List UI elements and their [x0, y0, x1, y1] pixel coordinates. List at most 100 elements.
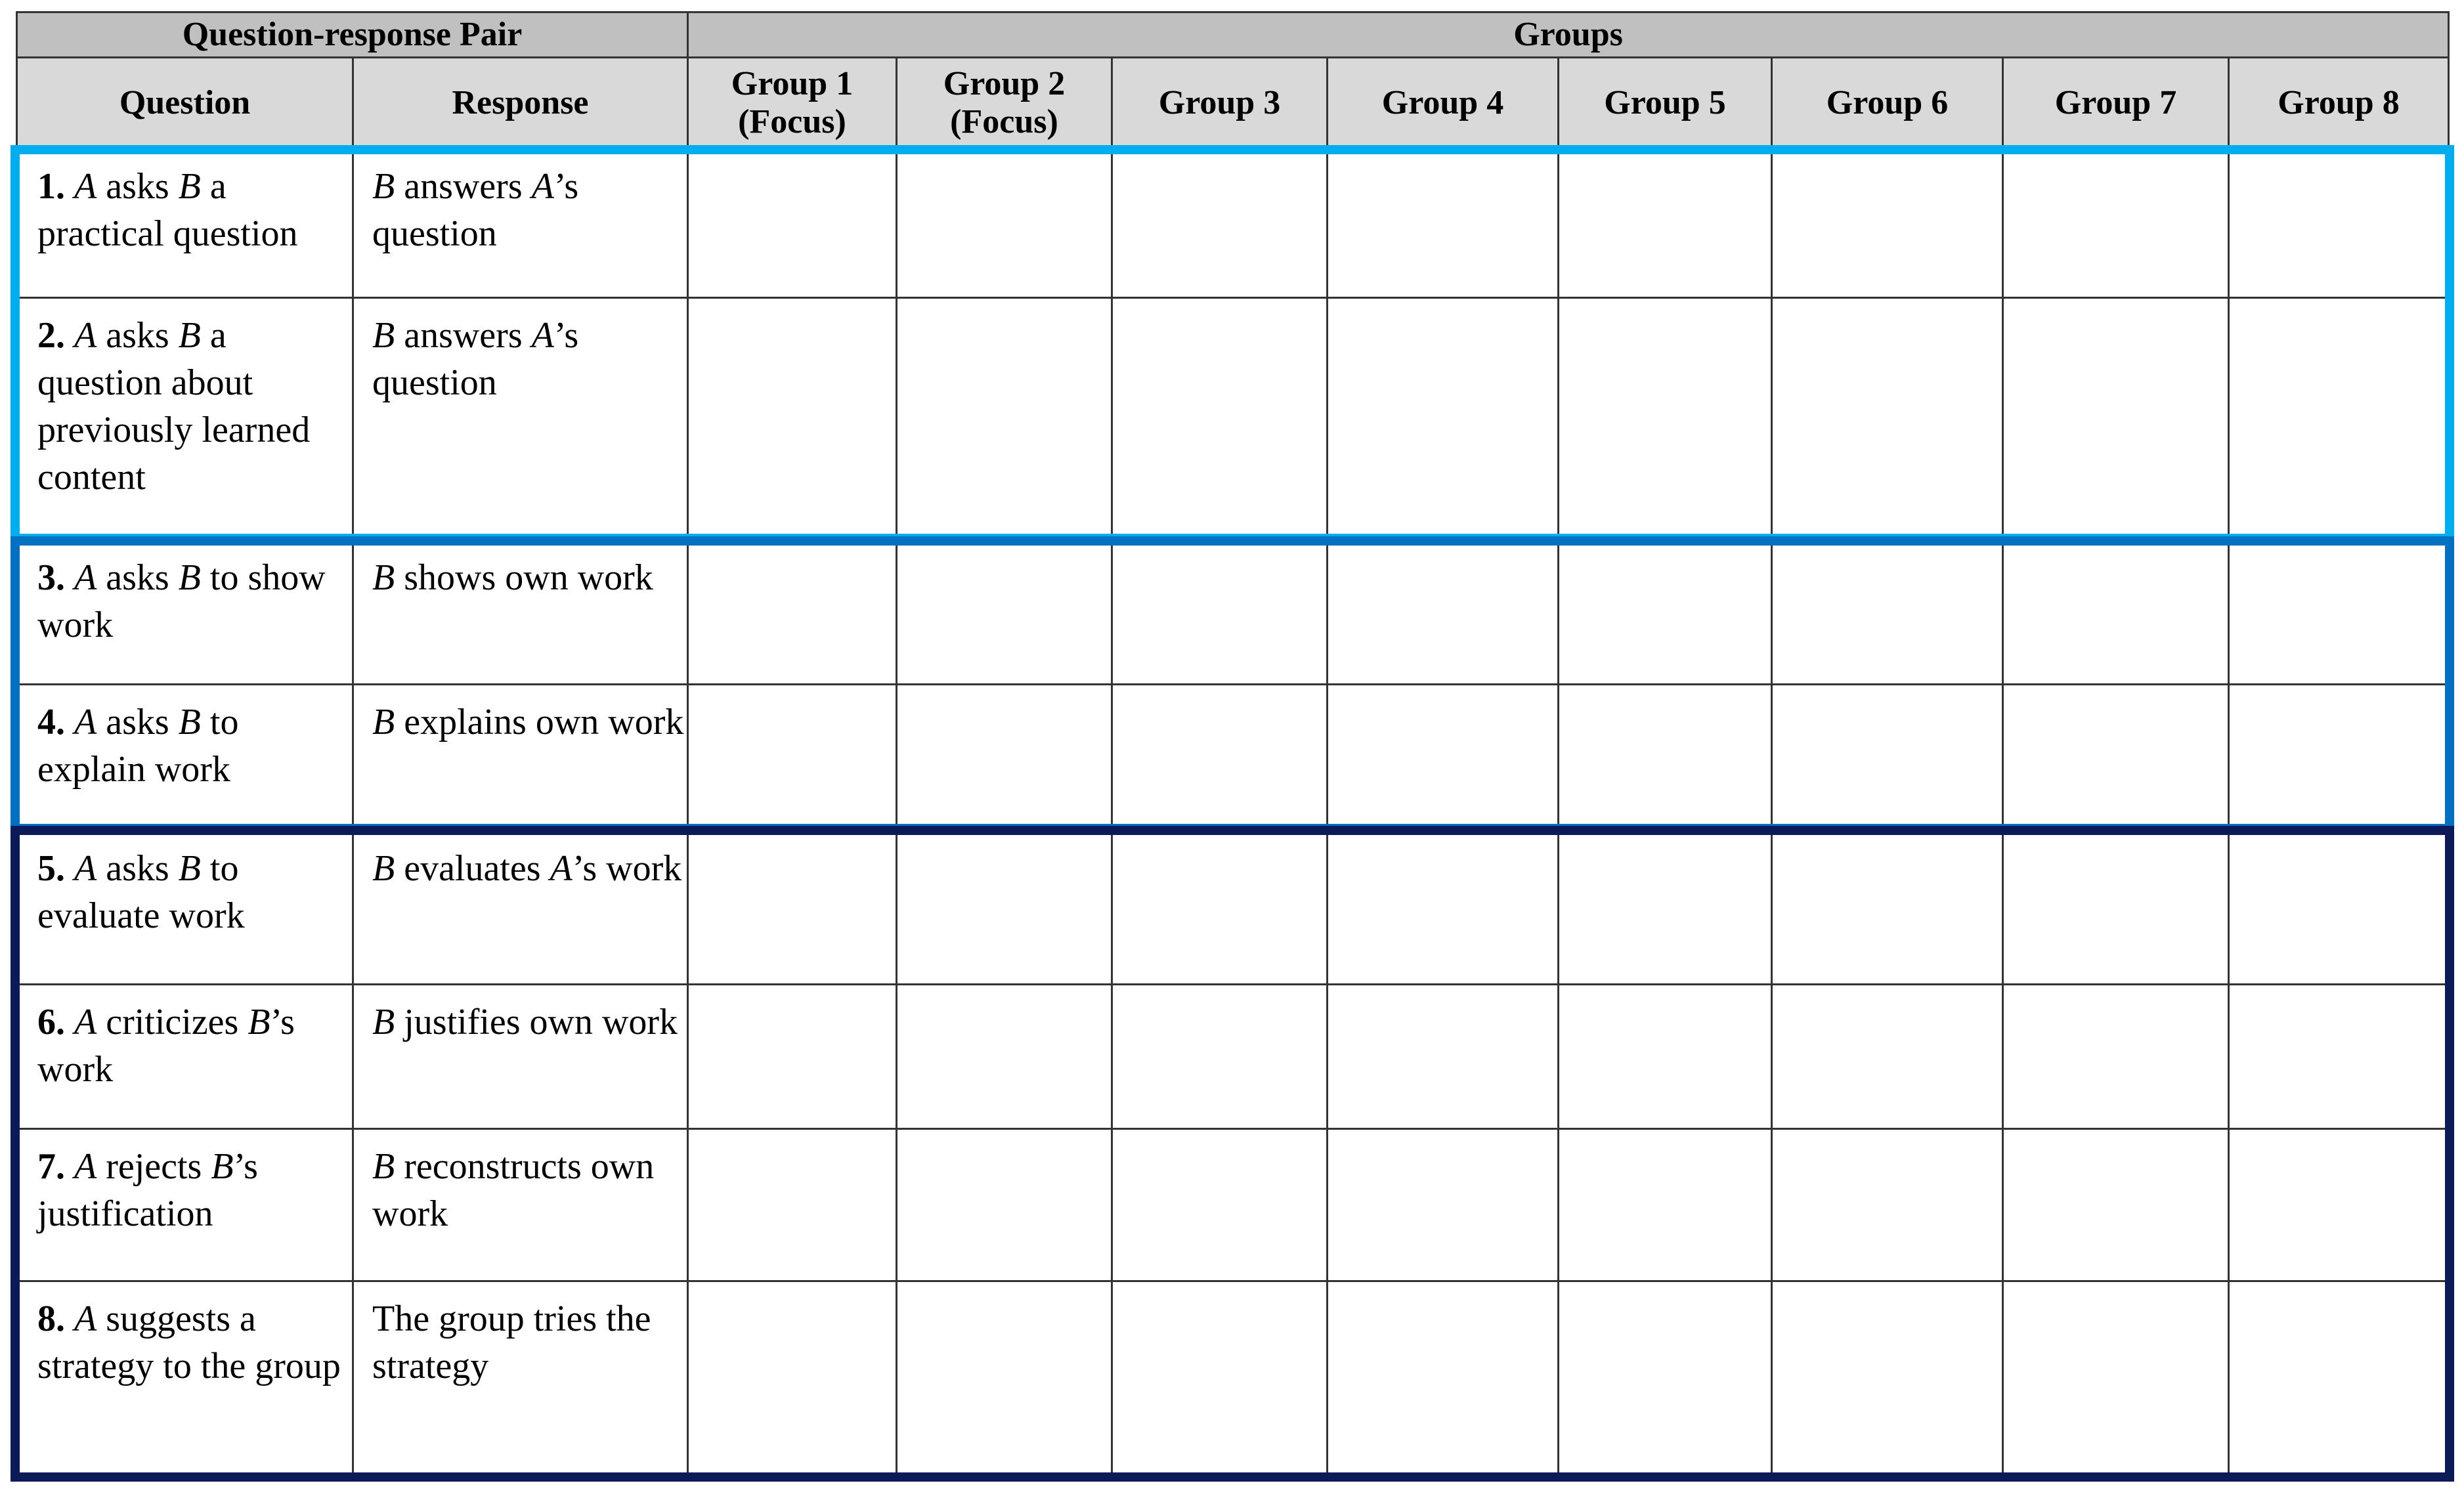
- response-cell: B reconstructs own work: [352, 1128, 689, 1282]
- text-segment: The group tries the strategy: [372, 1298, 651, 1386]
- group-3-cell[interactable]: [1111, 1280, 1328, 1479]
- cell-text: 1. A asks B a practical question: [18, 150, 352, 257]
- header-group-sublabel: (Focus): [738, 103, 846, 140]
- group-5-cell[interactable]: [1557, 683, 1773, 832]
- group-8-cell[interactable]: [2227, 1128, 2450, 1282]
- group-8-cell[interactable]: [2227, 1280, 2450, 1479]
- cell-text: B answers A’s question: [354, 150, 687, 257]
- group-6-cell[interactable]: [1771, 1280, 2004, 1479]
- group-8-cell[interactable]: [2227, 983, 2450, 1130]
- variable-text: B: [211, 1146, 234, 1187]
- group-5-cell[interactable]: [1557, 983, 1773, 1130]
- group-7-cell[interactable]: [2002, 297, 2230, 541]
- variable-text: A: [531, 166, 554, 207]
- question-cell: 5. A asks B to evaluate work: [16, 830, 354, 985]
- group-2-cell[interactable]: [896, 1128, 1113, 1282]
- group-8-cell[interactable]: [2227, 539, 2450, 685]
- header-question: Question: [16, 56, 354, 150]
- group-2-cell[interactable]: [896, 683, 1113, 832]
- group-1-cell[interactable]: [687, 683, 897, 832]
- text-segment: asks: [97, 315, 179, 356]
- text-segment: criticizes: [97, 1002, 248, 1042]
- group-4-cell[interactable]: [1326, 148, 1559, 299]
- header-group-5: Group 5: [1557, 56, 1773, 150]
- group-1-cell[interactable]: [687, 539, 897, 685]
- question-cell: 4. A asks B to explain work: [16, 683, 354, 832]
- variable-text: B: [372, 702, 395, 742]
- group-2-cell[interactable]: [896, 1280, 1113, 1479]
- group-6-cell[interactable]: [1771, 830, 2004, 985]
- group-7-cell[interactable]: [2002, 1128, 2230, 1282]
- group-6-cell[interactable]: [1771, 297, 2004, 541]
- group-5-cell[interactable]: [1557, 539, 1773, 685]
- group-8-cell[interactable]: [2227, 830, 2450, 985]
- group-8-cell[interactable]: [2227, 297, 2450, 541]
- group-7-cell[interactable]: [2002, 148, 2230, 299]
- group-1-cell[interactable]: [687, 297, 897, 541]
- response-cell: The group tries the strategy: [352, 1280, 689, 1479]
- group-1-cell[interactable]: [687, 983, 897, 1130]
- table-row: 1. A asks B a practical question B answer…: [16, 148, 2450, 299]
- group-3-cell[interactable]: [1111, 297, 1328, 541]
- group-5-cell[interactable]: [1557, 148, 1773, 299]
- group-4-cell[interactable]: [1326, 683, 1559, 832]
- group-2-cell[interactable]: [896, 830, 1113, 985]
- cell-text: B answers A’s question: [354, 299, 687, 406]
- group-2-cell[interactable]: [896, 539, 1113, 685]
- group-4-cell[interactable]: [1326, 539, 1559, 685]
- group-2-cell[interactable]: [896, 983, 1113, 1130]
- header-group-1: Group 1 (Focus): [687, 56, 897, 150]
- table-row: 3. A asks B to show work B shows own work: [16, 539, 2450, 685]
- group-8-cell[interactable]: [2227, 148, 2450, 299]
- header-group-2: Group 2 (Focus): [896, 56, 1113, 150]
- group-4-cell[interactable]: [1326, 297, 1559, 541]
- cell-text: B reconstructs own work: [354, 1130, 687, 1237]
- group-1-cell[interactable]: [687, 1128, 897, 1282]
- group-7-cell[interactable]: [2002, 983, 2230, 1130]
- response-cell: B answers A’s question: [352, 148, 689, 299]
- group-7-cell[interactable]: [2002, 1280, 2230, 1479]
- group-3-cell[interactable]: [1111, 539, 1328, 685]
- text-segment: reconstructs own work: [372, 1146, 655, 1234]
- group-6-cell[interactable]: [1771, 983, 2004, 1130]
- group-2-cell[interactable]: [896, 297, 1113, 541]
- group-6-cell[interactable]: [1771, 1128, 2004, 1282]
- group-1-cell[interactable]: [687, 830, 897, 985]
- group-5-cell[interactable]: [1557, 1280, 1773, 1479]
- group-5-cell[interactable]: [1557, 830, 1773, 985]
- response-cell: B shows own work: [352, 539, 689, 685]
- variable-text: A: [74, 702, 97, 742]
- group-3-cell[interactable]: [1111, 148, 1328, 299]
- group-4-cell[interactable]: [1326, 830, 1559, 985]
- variable-text: A: [74, 166, 97, 207]
- question-cell: 6. A criticizes B’s work: [16, 983, 354, 1130]
- group-1-cell[interactable]: [687, 1280, 897, 1479]
- group-5-cell[interactable]: [1557, 297, 1773, 541]
- question-cell: 1. A asks B a practical question: [16, 148, 354, 299]
- group-3-cell[interactable]: [1111, 983, 1328, 1130]
- text-segment: ’s work: [572, 848, 682, 889]
- group-5-cell[interactable]: [1557, 1128, 1773, 1282]
- group-3-cell[interactable]: [1111, 683, 1328, 832]
- text-segment: asks: [97, 166, 179, 207]
- group-8-cell[interactable]: [2227, 683, 2450, 832]
- group-4-cell[interactable]: [1326, 983, 1559, 1130]
- group-4-cell[interactable]: [1326, 1128, 1559, 1282]
- group-7-cell[interactable]: [2002, 539, 2230, 685]
- response-cell: B justifies own work: [352, 983, 689, 1130]
- table-row: 6. A criticizes B’s work B justifies own …: [16, 983, 2450, 1130]
- variable-text: B: [178, 848, 201, 889]
- variable-text: A: [550, 848, 573, 889]
- header-group-7: Group 7: [2002, 56, 2230, 150]
- group-6-cell[interactable]: [1771, 539, 2004, 685]
- cell-text: B explains own work: [354, 685, 687, 746]
- group-7-cell[interactable]: [2002, 683, 2230, 832]
- group-6-cell[interactable]: [1771, 683, 2004, 832]
- group-3-cell[interactable]: [1111, 1128, 1328, 1282]
- group-4-cell[interactable]: [1326, 1280, 1559, 1479]
- group-1-cell[interactable]: [687, 148, 897, 299]
- group-7-cell[interactable]: [2002, 830, 2230, 985]
- group-3-cell[interactable]: [1111, 830, 1328, 985]
- group-2-cell[interactable]: [896, 148, 1113, 299]
- group-6-cell[interactable]: [1771, 148, 2004, 299]
